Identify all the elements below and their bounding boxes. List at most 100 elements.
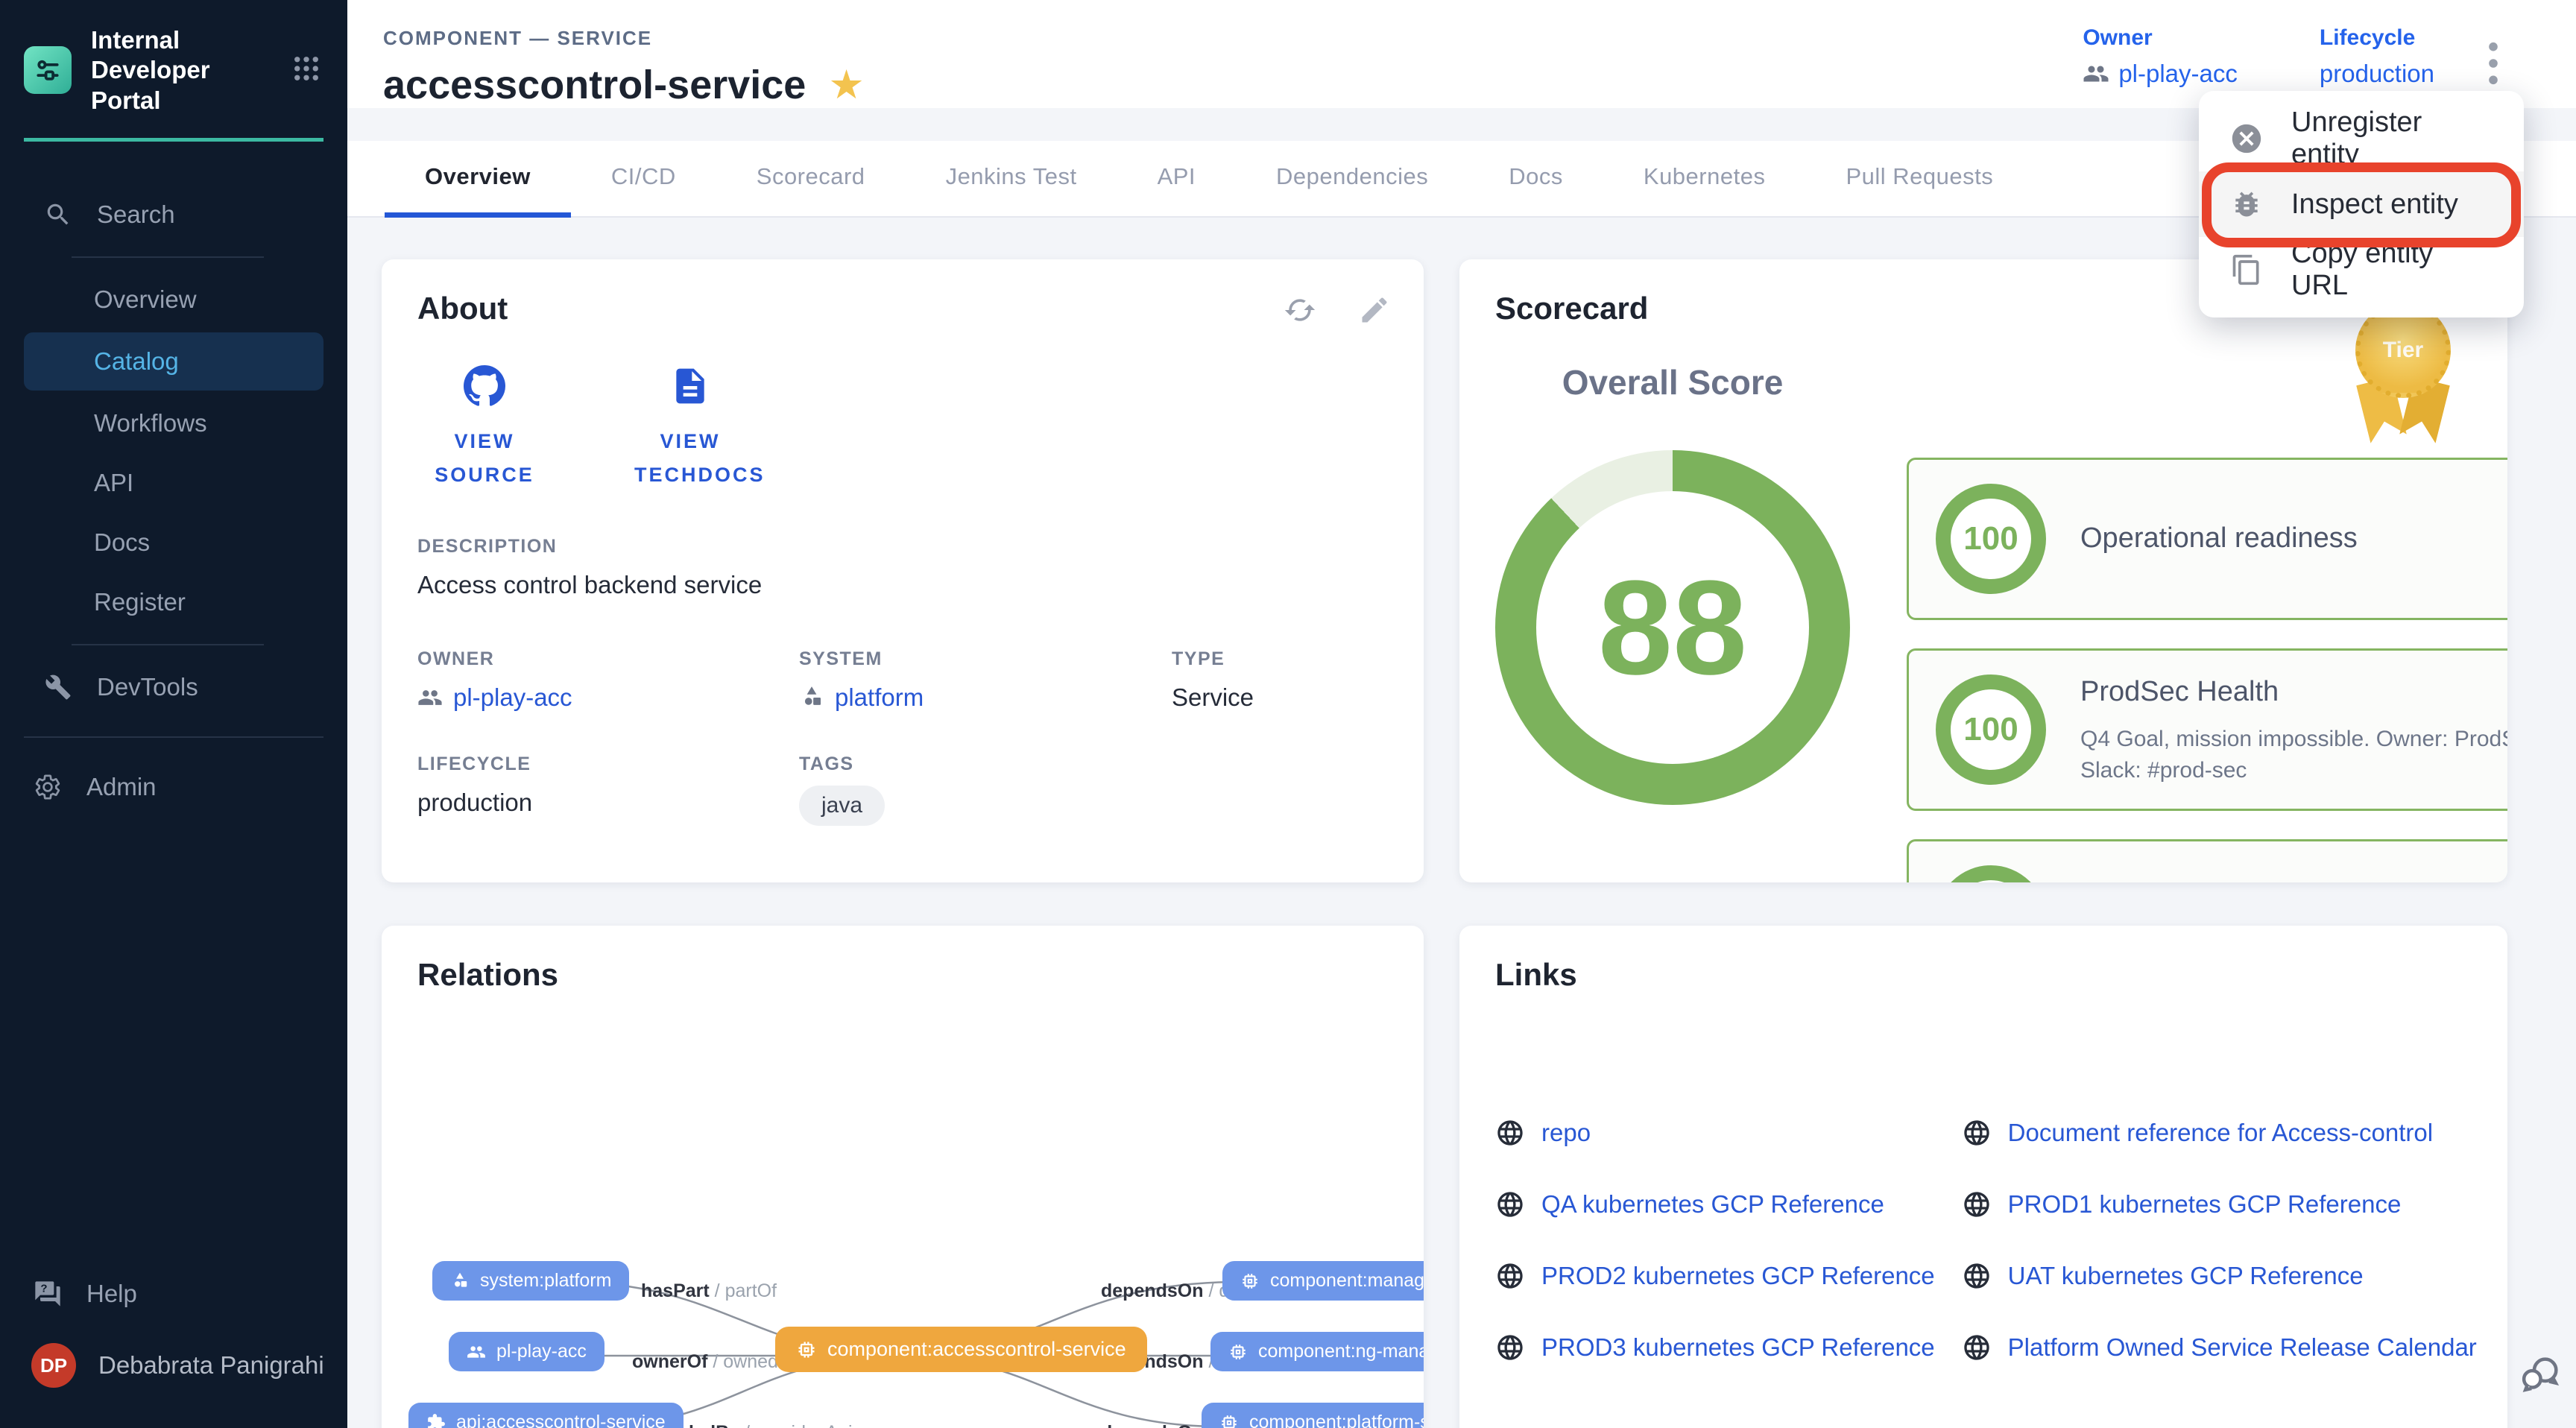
sidebar-user[interactable]: DP Debabrata Panigrahi xyxy=(0,1324,347,1407)
about-heading: About xyxy=(417,291,1388,326)
sidebar-item-devtools[interactable]: DevTools xyxy=(0,657,347,717)
type-field: TYPE Service xyxy=(1172,648,1388,712)
sidebar-item-api[interactable]: API xyxy=(0,453,347,513)
tab-scorecard[interactable]: Scorecard xyxy=(716,141,906,216)
gear-icon xyxy=(31,773,64,801)
sidebar-item-label: API xyxy=(94,469,133,497)
sidebar-item-catalog[interactable]: Catalog xyxy=(24,332,323,391)
app-title: Internal Developer Portal xyxy=(91,25,271,116)
link-uat-kubernetes[interactable]: UAT kubernetes GCP Reference xyxy=(1962,1261,2477,1291)
owner-value-link[interactable]: pl-play-acc xyxy=(417,683,799,712)
owner-link[interactable]: pl-play-acc xyxy=(2083,60,2238,88)
sidebar-item-label: Register xyxy=(94,588,186,616)
description-label: DESCRIPTION xyxy=(417,536,1388,557)
sidebar: Internal Developer Portal Search Overvie… xyxy=(0,0,347,1428)
type-value: Service xyxy=(1172,683,1388,712)
system-shapes-icon xyxy=(799,685,824,710)
sidebar-item-label: Admin xyxy=(86,773,157,801)
metric-score-ring: 100 xyxy=(1936,484,2046,594)
node-component-platform-service[interactable]: component:platform-service xyxy=(1202,1403,1424,1428)
tags-field: TAGS java xyxy=(799,754,1388,826)
lifecycle-field: LIFECYCLE production xyxy=(417,754,799,826)
sidebar-item-help[interactable]: ? Help xyxy=(0,1264,347,1324)
metric-card-prodsec-vulnerability[interactable]: 100 ProdSec-Vulnerability Management xyxy=(1907,839,2507,882)
sidebar-item-docs[interactable]: Docs xyxy=(0,513,347,572)
tab-cicd[interactable]: CI/CD xyxy=(571,141,716,216)
more-options-kebab-icon[interactable] xyxy=(2482,36,2504,95)
apps-grid-icon[interactable] xyxy=(291,53,322,88)
menu-item-copy-entity-url[interactable]: Copy entity URL xyxy=(2199,237,2524,303)
node-component-accesscontrol-service[interactable]: component:accesscontrol-service xyxy=(775,1327,1147,1372)
tag-chip[interactable]: java xyxy=(799,786,885,826)
link-release-calendar[interactable]: Platform Owned Service Release Calendar xyxy=(1962,1333,2477,1362)
scorecard-card: Scorecard Tier Overall Score 88 100 Oper… xyxy=(1459,259,2507,882)
node-api-accesscontrol-service[interactable]: api:accesscontrol-service xyxy=(408,1403,684,1428)
node-pl-play-acc[interactable]: pl-play-acc xyxy=(449,1332,604,1371)
system-value-link[interactable]: platform xyxy=(799,683,1172,712)
chip-icon xyxy=(1240,1271,1260,1291)
feedback-chat-icon[interactable] xyxy=(2516,1351,2564,1403)
sidebar-spacer xyxy=(0,817,347,1264)
tab-jenkins-test[interactable]: Jenkins Test xyxy=(906,141,1117,216)
globe-icon xyxy=(1962,1118,1992,1148)
help-chat-icon: ? xyxy=(31,1279,64,1309)
link-prod1-kubernetes[interactable]: PROD1 kubernetes GCP Reference xyxy=(1962,1190,2477,1219)
tab-api[interactable]: API xyxy=(1117,141,1236,216)
tab-kubernetes[interactable]: Kubernetes xyxy=(1603,141,1806,216)
tab-docs[interactable]: Docs xyxy=(1468,141,1603,216)
metric-description: Q4 Goal, mission impossible. Owner: Prod… xyxy=(2080,724,2507,786)
globe-icon xyxy=(1495,1261,1525,1291)
tier-badge-label: Tier xyxy=(2383,338,2423,363)
page-title: accesscontrol-service xyxy=(383,62,806,108)
sidebar-item-overview[interactable]: Overview xyxy=(0,270,347,329)
sidebar-item-label: Workflows xyxy=(94,409,207,437)
overview-content: About VIEW SOURCE VIEW TECHDOCS xyxy=(347,218,2576,1428)
edit-pencil-icon[interactable] xyxy=(1358,294,1391,330)
tab-pull-requests[interactable]: Pull Requests xyxy=(1805,141,2033,216)
sidebar-item-label: Docs xyxy=(94,528,150,557)
avatar: DP xyxy=(31,1343,76,1388)
link-qa-kubernetes[interactable]: QA kubernetes GCP Reference xyxy=(1495,1190,1935,1219)
app-logo-icon[interactable] xyxy=(24,46,72,94)
node-system-platform[interactable]: system:platform xyxy=(432,1261,629,1301)
people-icon xyxy=(2083,60,2109,87)
overall-score-gauge: 88 xyxy=(1495,450,1850,805)
favorite-star-icon[interactable]: ★ xyxy=(828,65,864,105)
github-icon xyxy=(464,365,505,407)
owner-block: Owner pl-play-acc xyxy=(2083,25,2238,88)
globe-icon xyxy=(1495,1118,1525,1148)
link-prod3-kubernetes[interactable]: PROD3 kubernetes GCP Reference xyxy=(1495,1333,1935,1362)
metric-title: Operational readiness xyxy=(2080,519,2498,557)
links-card: Links repo Document reference for Access… xyxy=(1459,926,2507,1428)
tab-dependencies[interactable]: Dependencies xyxy=(1236,141,1468,216)
sidebar-item-search[interactable]: Search xyxy=(0,185,347,244)
chip-icon xyxy=(796,1339,817,1360)
view-techdocs-link[interactable]: VIEW TECHDOCS xyxy=(623,365,757,491)
edge-label-haspart: hasPart / partOf xyxy=(641,1280,777,1302)
sidebar-item-label: Search xyxy=(97,200,175,229)
menu-item-inspect-entity[interactable]: Inspect entity xyxy=(2199,171,2524,237)
link-repo[interactable]: repo xyxy=(1495,1118,1935,1148)
owner-field: OWNER pl-play-acc xyxy=(417,648,799,712)
node-component-ng-manager[interactable]: component:ng-manager xyxy=(1210,1332,1424,1371)
metric-score-ring: 100 xyxy=(1936,674,2046,785)
refresh-icon[interactable] xyxy=(1284,294,1316,330)
metric-card-operational-readiness[interactable]: 100 Operational readiness xyxy=(1907,458,2507,620)
sidebar-item-register[interactable]: Register xyxy=(0,572,347,632)
cancel-circle-icon xyxy=(2229,121,2264,156)
link-prod2-kubernetes[interactable]: PROD2 kubernetes GCP Reference xyxy=(1495,1261,1935,1291)
link-doc-reference[interactable]: Document reference for Access-control xyxy=(1962,1118,2477,1148)
sidebar-divider xyxy=(24,736,323,738)
metric-card-prodsec-health[interactable]: 100 ProdSec Health Q4 Goal, mission impo… xyxy=(1907,648,2507,811)
tab-overview[interactable]: Overview xyxy=(385,141,571,218)
scorecard-metrics: 100 Operational readiness 100 ProdSec He… xyxy=(1907,458,2507,882)
node-component-manager[interactable]: component:manager xyxy=(1222,1261,1424,1301)
menu-item-unregister-entity[interactable]: Unregister entity xyxy=(2199,106,2524,171)
view-source-link[interactable]: VIEW SOURCE xyxy=(417,365,552,491)
document-icon xyxy=(669,365,711,407)
lifecycle-field-value: production xyxy=(417,789,799,817)
sidebar-item-workflows[interactable]: Workflows xyxy=(0,394,347,453)
metric-score-ring: 100 xyxy=(1936,865,2046,882)
sidebar-item-admin[interactable]: Admin xyxy=(0,757,347,817)
links-heading: Links xyxy=(1495,957,2472,993)
